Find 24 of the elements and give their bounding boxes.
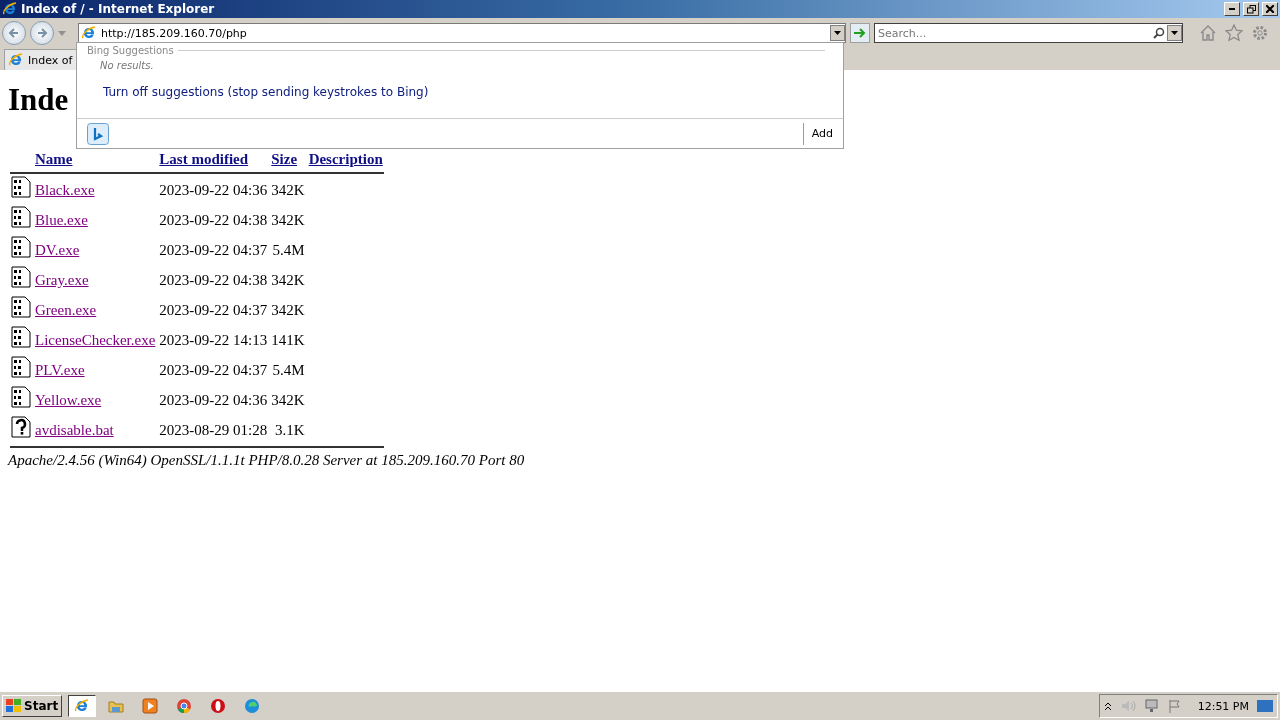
page-heading: Inde <box>8 82 69 118</box>
modified-date: 2023-09-22 14:13 <box>159 332 268 348</box>
modified-date: 2023-09-22 04:37 <box>159 242 268 258</box>
modified-date: 2023-08-29 01:28 <box>159 422 268 438</box>
file-size: 5.4M <box>272 242 305 258</box>
no-results-text: No results. <box>100 60 155 71</box>
modified-date: 2023-09-22 04:36 <box>159 392 268 408</box>
file-size: 342K <box>271 182 305 198</box>
file-size: 342K <box>271 392 305 408</box>
section-label: Bing Suggestions <box>87 45 174 56</box>
file-size: 342K <box>271 302 305 318</box>
modified-date: 2023-09-22 04:37 <box>159 362 268 378</box>
clock: 12:51 PM <box>1197 699 1249 713</box>
file-size: 3.1K <box>275 422 305 438</box>
window-title: Index of / - Internet Explorer <box>21 2 216 16</box>
file-size: 141K <box>271 332 305 348</box>
modified-date: 2023-09-22 04:38 <box>159 212 268 228</box>
server-signature: Apache/2.4.56 (Win64) OpenSSL/1.1.1t PHP/8.0.28 Server at 185.209.160.70 Port 80 <box>8 452 526 469</box>
file-size: 342K <box>271 212 305 228</box>
modified-date: 2023-09-22 04:36 <box>159 182 268 198</box>
modified-date: 2023-09-22 04:38 <box>159 272 268 288</box>
file-size: 342K <box>271 272 305 288</box>
modified-date: 2023-09-22 04:37 <box>159 302 268 318</box>
file-size: 5.4M <box>272 362 305 378</box>
